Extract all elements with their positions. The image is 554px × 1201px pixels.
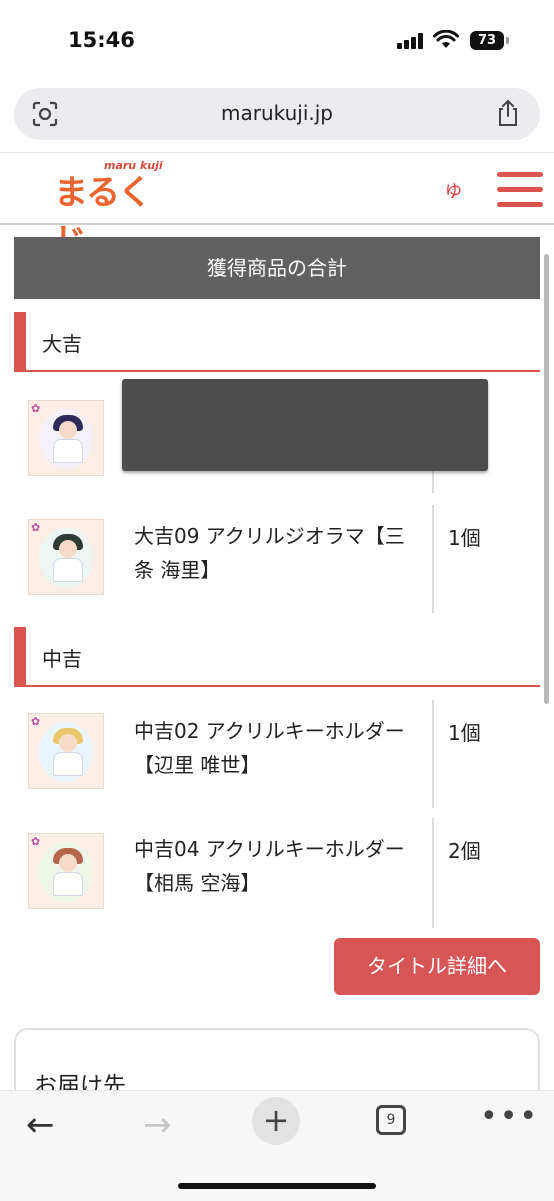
share-icon[interactable] bbox=[496, 99, 520, 127]
item-name: 大吉09 アクリルジオラマ【三条 海里】 bbox=[134, 524, 405, 582]
site-logo[interactable]: maru kuji まるくじ bbox=[48, 159, 163, 262]
column-divider bbox=[432, 700, 434, 808]
home-indicator bbox=[178, 1183, 376, 1189]
product-thumbnail: ✿ bbox=[28, 833, 104, 909]
column-divider bbox=[432, 505, 434, 613]
status-bar: 15:46 73 bbox=[0, 0, 554, 80]
item-quantity: 1個 bbox=[448, 721, 481, 745]
product-thumbnail: ✿ bbox=[28, 713, 104, 789]
forward-arrow-icon[interactable]: → bbox=[143, 1105, 172, 1145]
redaction-overlay bbox=[122, 379, 488, 471]
grade-heading-daikichi: 大吉 bbox=[14, 312, 540, 372]
url-text[interactable]: marukuji.jp bbox=[14, 101, 540, 125]
product-thumbnail: ✿ bbox=[28, 519, 104, 595]
status-time: 15:46 bbox=[68, 28, 135, 52]
list-item[interactable]: ✿ 中吉04 アクリルキーホルダー【相馬 空海】 2個 bbox=[14, 818, 540, 928]
ribbon-icon: ✿ bbox=[31, 402, 41, 415]
product-thumbnail: ✿ bbox=[28, 400, 104, 476]
grade-heading-chukichi: 中吉 bbox=[14, 627, 540, 687]
hamburger-menu-icon[interactable] bbox=[497, 172, 543, 208]
browser-toolbar: ← → + 9 ••• bbox=[0, 1090, 554, 1201]
ribbon-icon: ✿ bbox=[31, 835, 41, 848]
item-name: 中吉04 アクリルキーホルダー【相馬 空海】 bbox=[134, 837, 405, 895]
title-detail-button[interactable]: タイトル詳細へ bbox=[334, 938, 540, 995]
battery-icon: 73 bbox=[470, 31, 504, 50]
grade-label: 中吉 bbox=[42, 647, 82, 671]
user-name-mark[interactable]: ゆ bbox=[445, 177, 462, 202]
more-options-icon[interactable]: ••• bbox=[480, 1099, 539, 1134]
tabs-count-icon[interactable]: 9 bbox=[376, 1105, 406, 1135]
cellular-signal-icon bbox=[397, 33, 427, 49]
new-tab-plus-icon[interactable]: + bbox=[252, 1097, 300, 1145]
ribbon-icon: ✿ bbox=[31, 521, 41, 534]
summary-heading: 獲得商品の合計 bbox=[14, 237, 540, 299]
list-item[interactable]: ✿ 中吉02 アクリルキーホルダー【辺里 唯世】 1個 bbox=[14, 700, 540, 808]
column-divider bbox=[432, 818, 434, 928]
ribbon-icon: ✿ bbox=[31, 715, 41, 728]
grade-label: 大吉 bbox=[42, 332, 82, 356]
wifi-icon bbox=[433, 30, 459, 48]
back-arrow-icon[interactable]: ← bbox=[26, 1105, 55, 1145]
site-header: maru kuji まるくじ ゆ bbox=[0, 152, 554, 262]
list-item[interactable]: ✿ 大吉09 アクリルジオラマ【三条 海里】 1個 bbox=[14, 505, 540, 615]
page-scrollbar[interactable] bbox=[544, 254, 549, 704]
item-quantity: 1個 bbox=[448, 526, 481, 550]
battery-tip bbox=[506, 37, 509, 44]
address-bar[interactable]: marukuji.jp bbox=[14, 88, 540, 140]
item-name: 中吉02 アクリルキーホルダー【辺里 唯世】 bbox=[134, 719, 405, 777]
item-quantity: 2個 bbox=[448, 839, 481, 863]
